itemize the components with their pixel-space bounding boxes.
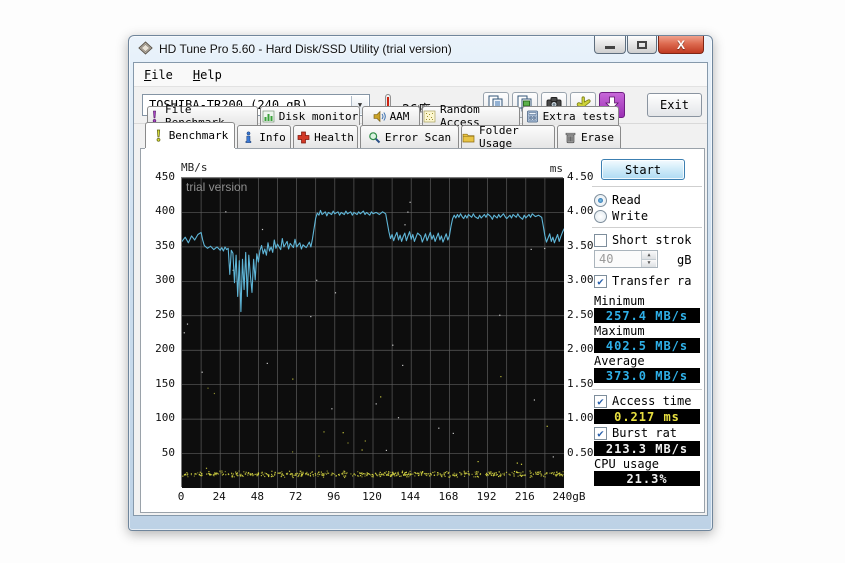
calculator-icon <box>526 110 539 123</box>
exit-button[interactable]: Exit <box>647 93 702 117</box>
write-label: Write <box>612 209 648 223</box>
start-button[interactable]: Start <box>601 159 685 180</box>
tab-label: AAM <box>390 110 410 123</box>
spin-down-icon[interactable]: ▼ <box>642 260 656 268</box>
tab-row-primary: Benchmark Info Health Error Scan Folder … <box>145 125 621 148</box>
cpu-usage-value: 21.3% <box>594 471 700 486</box>
separator <box>592 186 702 188</box>
burst-rate-label: Burst rat <box>612 426 677 440</box>
tab-label: Erase <box>581 131 614 144</box>
app-icon <box>138 40 153 59</box>
checkbox-icon: ✔ <box>594 395 607 408</box>
x-tick-label: 168 <box>428 490 468 503</box>
checkbox-icon: ✔ <box>594 275 607 288</box>
capacity-unit-label: gB <box>677 253 691 267</box>
x-tick-label: 192 <box>467 490 507 503</box>
menu-help[interactable]: Help <box>183 65 232 85</box>
exclamation-icon <box>148 110 161 123</box>
x-tick-label: 144 <box>390 490 430 503</box>
tab-label: Benchmark <box>169 129 229 142</box>
checkbox-icon: ✔ <box>594 234 607 247</box>
dotted-square-icon <box>423 110 436 123</box>
minimize-icon <box>605 46 615 49</box>
x-tick-label: 48 <box>237 490 277 503</box>
menu-bar: File Help <box>134 63 707 87</box>
tab-disk-monitor[interactable]: Disk monitor <box>260 106 360 125</box>
transfer-rate-checkbox[interactable]: ✔ Transfer ra <box>594 274 691 288</box>
radio-icon <box>594 194 607 207</box>
maximum-value: 402.5 MB/s <box>594 338 700 353</box>
start-label: Start <box>625 163 661 177</box>
checkbox-icon: ✔ <box>594 427 607 440</box>
write-radio[interactable]: Write <box>594 209 648 223</box>
separator <box>592 227 702 229</box>
speaker-icon <box>373 110 386 123</box>
average-value: 373.0 MB/s <box>594 368 700 383</box>
x-tick-label: 0 <box>161 490 201 503</box>
exit-label: Exit <box>660 98 689 112</box>
short-stroke-label: Short strok <box>612 233 691 247</box>
read-label: Read <box>612 193 641 207</box>
access-time-value: 0.217 ms <box>594 409 700 424</box>
maximum-label: Maximum <box>594 324 645 337</box>
tab-label: Disk monitor <box>279 110 358 123</box>
radio-icon <box>594 210 607 223</box>
x-tick-label: 72 <box>276 490 316 503</box>
tab-label: Info <box>259 131 286 144</box>
close-icon: X <box>677 38 685 52</box>
window-title: HD Tune Pro 5.60 - Hard Disk/SSD Utility… <box>159 42 452 56</box>
health-cross-icon <box>297 131 310 144</box>
menu-file[interactable]: File <box>134 65 183 85</box>
maximize-icon <box>637 41 647 49</box>
burst-rate-checkbox[interactable]: ✔ Burst rat <box>594 426 677 440</box>
info-icon <box>242 131 255 144</box>
burst-rate-value: 213.3 MB/s <box>594 441 700 456</box>
spin-up-icon[interactable]: ▲ <box>642 251 656 260</box>
x-tick-label: 96 <box>314 490 354 503</box>
tab-extra-tests[interactable]: Extra tests <box>522 106 619 125</box>
x-tick-label: 240gB <box>549 490 589 503</box>
minimize-button[interactable] <box>594 36 626 54</box>
maximize-button[interactable] <box>627 36 657 54</box>
minimum-label: Minimum <box>594 294 645 307</box>
tab-error-scan[interactable]: Error Scan <box>360 125 459 148</box>
tab-aam[interactable]: AAM <box>362 106 420 125</box>
close-button[interactable]: X <box>658 36 704 54</box>
tab-label: Error Scan <box>385 131 451 144</box>
app-window: HD Tune Pro 5.60 - Hard Disk/SSD Utility… <box>128 35 713 531</box>
tab-label: Extra tests <box>543 110 616 123</box>
cpu-usage-label: CPU usage <box>594 457 659 470</box>
benchmark-panel: MB/s ms trial version 450400350300250200… <box>140 148 705 513</box>
x-tick-label: 216 <box>505 490 545 503</box>
tab-random-access[interactable]: Random Access <box>422 106 520 125</box>
trash-icon <box>564 131 577 144</box>
short-stroke-checkbox[interactable]: ✔ Short strok <box>594 233 691 247</box>
tab-erase[interactable]: Erase <box>557 125 621 148</box>
transfer-rate-label: Transfer ra <box>612 274 691 288</box>
capacity-spinner[interactable]: 40 ▲ ▼ <box>594 250 658 268</box>
tab-folder-usage[interactable]: Folder Usage <box>461 125 555 148</box>
bar-chart-icon <box>262 110 275 123</box>
average-label: Average <box>594 354 645 367</box>
folder-icon <box>462 131 475 144</box>
title-bar[interactable]: HD Tune Pro 5.60 - Hard Disk/SSD Utility… <box>129 36 712 62</box>
separator <box>592 389 702 391</box>
exclamation-icon <box>152 129 165 142</box>
trial-watermark: trial version <box>186 180 247 194</box>
magnifier-icon <box>368 131 381 144</box>
x-tick-label: 120 <box>352 490 392 503</box>
read-radio[interactable]: Read <box>594 193 641 207</box>
tab-benchmark[interactable]: Benchmark <box>145 122 235 148</box>
tab-health[interactable]: Health <box>293 125 358 148</box>
access-time-checkbox[interactable]: ✔ Access time <box>594 394 691 408</box>
capacity-value: 40 <box>599 252 613 266</box>
x-tick-label: 24 <box>199 490 239 503</box>
tab-info[interactable]: Info <box>237 125 291 148</box>
tab-label: Health <box>314 131 354 144</box>
client-area: File Help TOSHIBA-TR200 (240 gB) ▼ 26癈 <box>133 62 708 516</box>
access-time-label: Access time <box>612 394 691 408</box>
tab-label: Folder Usage <box>479 124 554 150</box>
minimum-value: 257.4 MB/s <box>594 308 700 323</box>
